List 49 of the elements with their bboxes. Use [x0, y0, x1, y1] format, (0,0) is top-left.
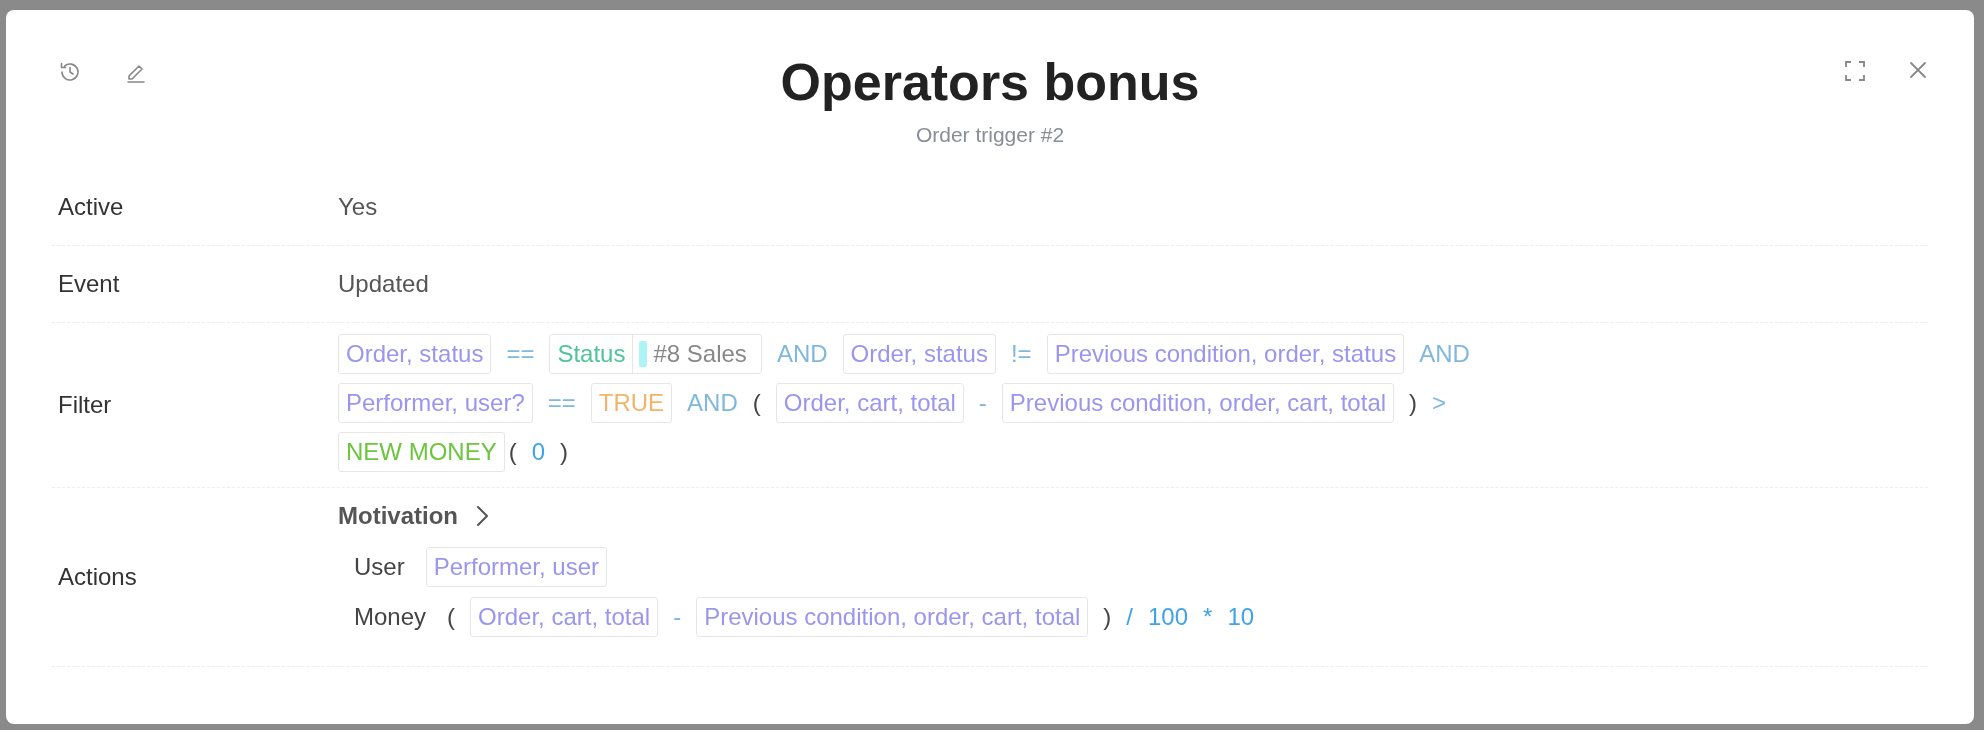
parameter-label: Money [354, 603, 427, 632]
field-token[interactable]: Order, cart, total [775, 383, 964, 424]
boolean-token[interactable]: TRUE [590, 383, 673, 424]
field-label: Active [57, 193, 125, 222]
operator: AND [687, 391, 738, 416]
operator: AND [776, 342, 828, 367]
field-token[interactable]: Order, status [338, 334, 492, 375]
status-label: Status [550, 335, 634, 374]
operator: - [673, 605, 682, 630]
history-icon[interactable] [58, 60, 82, 84]
field-label: Filter [57, 391, 113, 420]
action-title: Motivation [338, 502, 458, 531]
field-token[interactable]: Previous condition, order, cart, total [696, 597, 1089, 638]
parenthesis: ) [560, 440, 569, 465]
number-value: 100 [1148, 605, 1189, 630]
parenthesis: ) [1103, 605, 1112, 630]
close-icon[interactable] [1908, 60, 1928, 80]
field-token[interactable]: Performer, user? [338, 383, 533, 424]
operator: AND [1419, 342, 1470, 367]
field-token[interactable]: Order, status [842, 334, 996, 375]
field-token[interactable]: Previous condition, order, status [1046, 334, 1405, 375]
operator: != [1010, 342, 1032, 367]
parenthesis: ) [1409, 391, 1418, 416]
number-value: 10 [1227, 605, 1255, 630]
parenthesis: ( [752, 391, 761, 416]
operator: == [506, 342, 535, 367]
operator: == [547, 391, 576, 416]
operator: * [1203, 605, 1213, 630]
field-token[interactable]: Performer, user [425, 547, 608, 588]
dialog-title: Operators bonus [780, 54, 1200, 112]
field-value: Yes [338, 193, 378, 222]
function-token[interactable]: NEW MONEY [338, 432, 505, 473]
status-token[interactable]: Status #8 Sales [549, 334, 762, 375]
operator: > [1432, 391, 1447, 416]
field-label: Event [57, 270, 121, 299]
parenthesis: ( [447, 605, 456, 630]
parameter-label: User [354, 553, 405, 582]
chevron-right-icon[interactable] [476, 505, 489, 528]
operator: / [1126, 605, 1133, 630]
field-value: Updated [338, 270, 429, 299]
number-value: 0 [531, 440, 546, 465]
field-label: Actions [57, 563, 138, 592]
dialog-subtitle: Order trigger #2 [915, 123, 1065, 148]
field-token[interactable]: Previous condition, order, cart, total [1001, 383, 1395, 424]
operator: - [978, 391, 987, 416]
parenthesis: ( [508, 440, 517, 465]
field-token[interactable]: Order, cart, total [470, 597, 659, 638]
fullscreen-icon[interactable] [1844, 60, 1866, 82]
status-value: #8 Sales [652, 339, 748, 370]
